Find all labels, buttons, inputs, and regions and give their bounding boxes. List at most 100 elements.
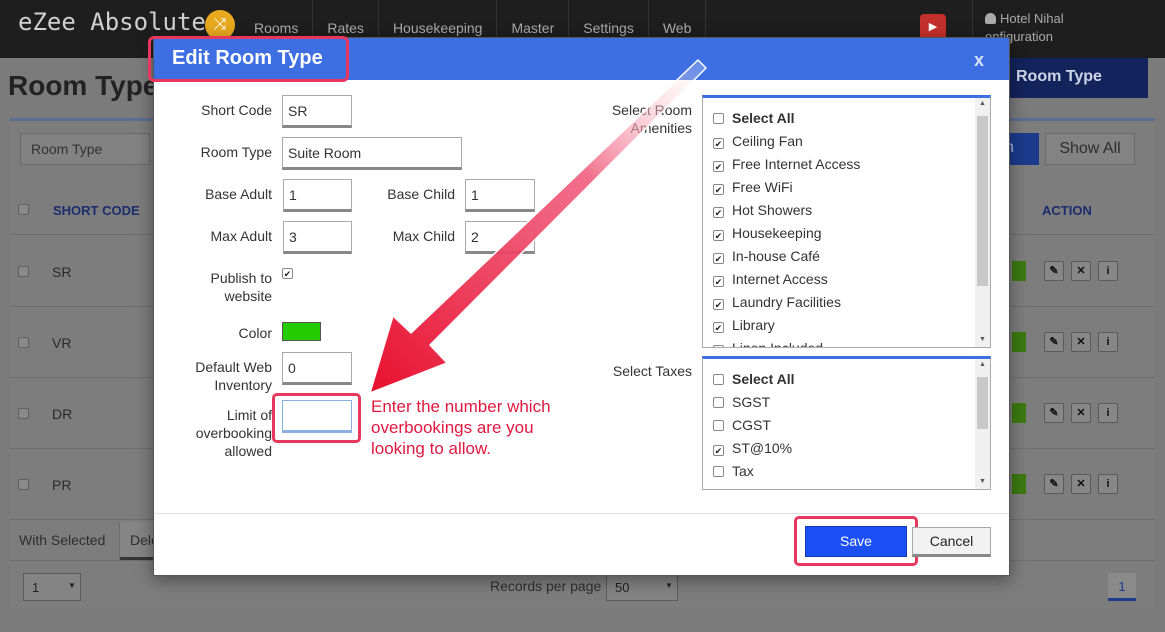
save-highlight-box — [794, 516, 918, 566]
amenities-label: Select All — [732, 110, 795, 126]
scroll-up-icon[interactable]: ▲ — [975, 98, 990, 110]
amenities-checkbox[interactable]: ✔ — [713, 299, 724, 310]
scrollbar-thumb[interactable] — [977, 116, 988, 286]
short-code-input[interactable] — [282, 95, 352, 128]
taxes-checkbox[interactable]: ✔ — [713, 445, 724, 456]
default-inventory-label: Default Web Inventory — [170, 358, 272, 394]
delete-icon[interactable]: ✕ — [1071, 403, 1091, 423]
info-icon[interactable]: i — [1098, 403, 1118, 423]
delete-icon[interactable]: ✕ — [1071, 474, 1091, 494]
taxes-checkbox[interactable] — [713, 489, 724, 490]
show-all-button[interactable]: Show All — [1045, 133, 1135, 165]
scroll-down-icon[interactable]: ▼ — [975, 476, 990, 488]
info-icon[interactable]: i — [1098, 474, 1118, 494]
close-icon[interactable]: x — [974, 50, 984, 71]
amenities-checkbox[interactable]: ✔ — [713, 161, 724, 172]
records-per-page-value: 50 — [615, 580, 630, 595]
amenities-checkbox[interactable] — [713, 113, 724, 124]
max-adult-input[interactable] — [283, 221, 352, 254]
amenities-item[interactable]: Select All — [713, 110, 795, 126]
limit-overbooking-label: Limit of overbooking allowed — [170, 406, 272, 460]
amenities-label: Internet Access — [732, 271, 828, 287]
pagination-current[interactable]: 1 — [1108, 573, 1136, 601]
taxes-label: Tax — [732, 463, 754, 479]
row-checkbox[interactable] — [18, 479, 29, 490]
edit-icon[interactable]: ✎ — [1044, 332, 1064, 352]
amenities-label: Linen Included — [732, 340, 824, 348]
info-icon[interactable]: i — [1098, 261, 1118, 281]
amenities-item[interactable]: ✔ Free Internet Access — [713, 156, 860, 172]
page-select[interactable]: 1 ▼ — [23, 573, 81, 601]
taxes-item[interactable]: Tax @ — [713, 486, 772, 490]
amenities-item[interactable]: ✔ Laundry Facilities — [713, 294, 841, 310]
amenities-scrollbar[interactable]: ▲ ▼ — [975, 98, 990, 347]
taxes-scrollbar[interactable]: ▲ ▼ — [975, 359, 990, 489]
taxes-checkbox[interactable] — [713, 374, 724, 385]
amenities-item[interactable]: ✔ Housekeeping — [713, 225, 822, 241]
color-swatch[interactable] — [282, 322, 321, 341]
amenities-item[interactable]: ✔ Linen Included — [713, 340, 824, 348]
room-type-input[interactable] — [282, 137, 462, 170]
row-color — [1012, 261, 1026, 281]
amenities-checkbox[interactable]: ✔ — [713, 184, 724, 195]
taxes-item[interactable]: Tax — [713, 463, 754, 479]
amenities-label: Ceiling Fan — [732, 133, 803, 149]
edit-icon[interactable]: ✎ — [1044, 261, 1064, 281]
amenities-item[interactable]: ✔ Library — [713, 317, 775, 333]
taxes-checkbox[interactable] — [713, 397, 724, 408]
taxes-item[interactable]: CGST — [713, 417, 771, 433]
add-room-type-button[interactable]: Room Type — [1000, 58, 1148, 98]
max-child-input[interactable] — [465, 221, 535, 254]
delete-icon[interactable]: ✕ — [1071, 261, 1091, 281]
row-checkbox[interactable] — [18, 337, 29, 348]
base-child-label: Base Child — [387, 186, 455, 202]
taxes-checkbox[interactable] — [713, 420, 724, 431]
chevron-down-icon: ▼ — [665, 581, 673, 590]
info-icon[interactable]: i — [1098, 332, 1118, 352]
base-adult-label: Base Adult — [205, 186, 272, 202]
taxes-item[interactable]: ✔ ST@10% — [713, 440, 792, 456]
amenities-checkbox[interactable]: ✔ — [713, 345, 724, 347]
base-child-input[interactable] — [465, 179, 535, 212]
room-type-filter[interactable]: Room Type — [20, 133, 150, 165]
amenities-checkbox[interactable]: ✔ — [713, 276, 724, 287]
amenities-checkbox[interactable]: ✔ — [713, 253, 724, 264]
amenities-checkbox[interactable]: ✔ — [713, 138, 724, 149]
amenities-list[interactable]: ▲ ▼ Select All ✔ Ceiling Fan ✔ Free Internet… — [702, 95, 991, 348]
amenities-item[interactable]: ✔ Free WiFi — [713, 179, 793, 195]
amenities-item[interactable]: ✔ Ceiling Fan — [713, 133, 803, 149]
records-per-page-select[interactable]: 50 ▼ — [606, 573, 678, 601]
column-short-code[interactable]: SHORT CODE — [53, 203, 140, 218]
base-adult-input[interactable] — [283, 179, 352, 212]
amenities-item[interactable]: ✔ Hot Showers — [713, 202, 812, 218]
amenities-item[interactable]: ✔ Internet Access — [713, 271, 828, 287]
cancel-button[interactable]: Cancel — [912, 527, 991, 557]
edit-icon[interactable]: ✎ — [1044, 474, 1064, 494]
taxes-label: CGST — [732, 417, 771, 433]
taxes-label: SGST — [732, 394, 771, 410]
scroll-down-icon[interactable]: ▼ — [975, 334, 990, 346]
amenities-checkbox[interactable]: ✔ — [713, 230, 724, 241]
select-all-checkbox[interactable] — [18, 204, 29, 215]
scrollbar-thumb[interactable] — [977, 377, 988, 429]
taxes-item[interactable]: SGST — [713, 394, 770, 410]
amenities-checkbox[interactable]: ✔ — [713, 322, 724, 333]
taxes-item[interactable]: Select All — [713, 371, 795, 387]
user-icon — [985, 13, 996, 24]
amenities-label: Free Internet Access — [732, 156, 861, 172]
edit-icon[interactable]: ✎ — [1044, 403, 1064, 423]
taxes-checkbox[interactable] — [713, 466, 724, 477]
row-short-code: SR — [52, 264, 72, 280]
scroll-up-icon[interactable]: ▲ — [975, 359, 990, 371]
row-checkbox[interactable] — [18, 266, 29, 277]
default-inventory-input[interactable] — [282, 352, 352, 385]
row-checkbox[interactable] — [18, 408, 29, 419]
amenities-label: Library — [732, 317, 775, 333]
publish-label-line2: website — [224, 288, 272, 304]
amenities-checkbox[interactable]: ✔ — [713, 207, 724, 218]
taxes-list[interactable]: ▲ ▼ Select All SGST CGST ✔ ST@10% Tax Tax @ — [702, 356, 991, 490]
publish-checkbox[interactable]: ✔ — [282, 268, 293, 279]
amenities-item[interactable]: ✔ In-house Café — [713, 248, 820, 264]
delete-icon[interactable]: ✕ — [1071, 332, 1091, 352]
search-button[interactable]: h — [1005, 133, 1039, 165]
